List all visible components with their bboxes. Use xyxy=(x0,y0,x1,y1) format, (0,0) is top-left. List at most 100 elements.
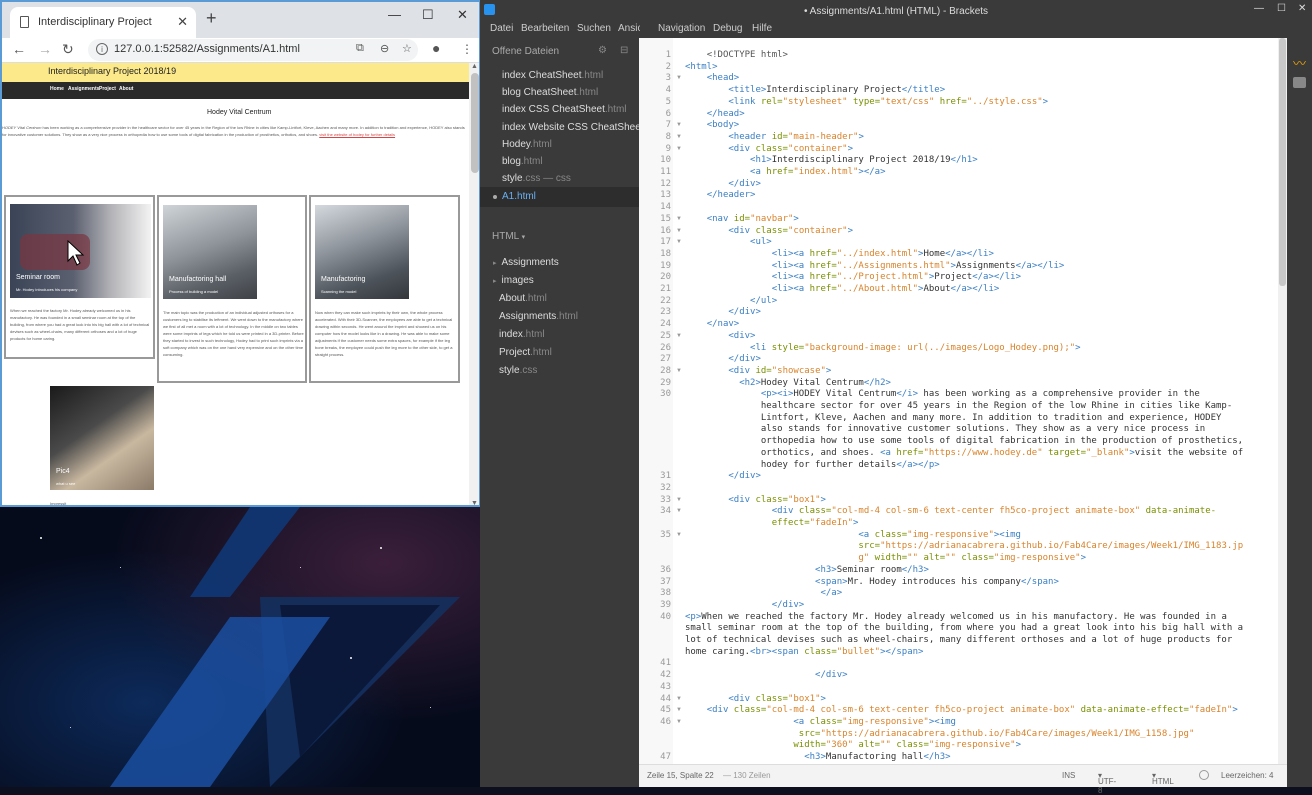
maximize-icon[interactable]: ☐ xyxy=(422,7,434,23)
forward-icon[interactable]: → xyxy=(38,41,52,57)
code-line[interactable]: <div> xyxy=(685,331,755,341)
hodey-website-link[interactable]: visit the website of hodey for further d… xyxy=(319,132,395,137)
code-line[interactable]: <header id="main-header"> xyxy=(685,132,864,142)
project-file-item[interactable]: About.html xyxy=(499,293,547,304)
menu-datei[interactable]: Datei xyxy=(490,23,513,34)
code-line[interactable]: <!DOCTYPE html> xyxy=(685,50,788,60)
fold-arrow-icon[interactable]: ▼ xyxy=(676,368,682,374)
code-line[interactable]: <h3>Seminar room</h3> xyxy=(685,565,929,575)
code-line[interactable]: </div> xyxy=(685,600,805,610)
code-line[interactable]: <li><a href="../Project.html">Project</a… xyxy=(685,272,1021,282)
gear-icon[interactable]: ⚙ xyxy=(598,45,607,56)
code-line[interactable]: </a> xyxy=(685,588,842,598)
language-select[interactable]: HTML ▾ xyxy=(1152,771,1174,786)
code-line[interactable]: </div> xyxy=(685,471,761,481)
code-line[interactable]: <html> xyxy=(685,62,718,72)
live-preview-icon[interactable]: 〰 xyxy=(1293,53,1306,72)
editor-scrollbar[interactable] xyxy=(1278,38,1287,764)
nav-link-assignments[interactable]: Assignments xyxy=(68,86,99,92)
code-line[interactable]: orthotics, and shoes. <a href="https://w… xyxy=(685,448,1243,458)
fold-arrow-icon[interactable]: ▼ xyxy=(676,532,682,538)
code-line[interactable]: <li><a href="../About.html">About</a></l… xyxy=(685,284,1000,294)
split-view-icon[interactable]: ⊟ xyxy=(620,45,628,56)
fold-arrow-icon[interactable]: ▼ xyxy=(676,216,682,222)
menu-debug[interactable]: Debug xyxy=(713,23,742,34)
browser-tab[interactable]: Interdisciplinary Project ✕ xyxy=(10,7,196,38)
card-pic4[interactable]: Pic4 what u see xyxy=(50,386,154,490)
folder-images[interactable]: ▸ images xyxy=(493,275,534,286)
project-file-item[interactable]: style.css xyxy=(499,365,537,376)
nav-link-project[interactable]: Project xyxy=(99,86,116,92)
fold-arrow-icon[interactable]: ▼ xyxy=(676,508,682,514)
open-file-item[interactable]: style.css — css xyxy=(502,173,571,184)
code-line[interactable]: <h3>Manufactoring hall</h3> xyxy=(685,752,950,762)
scrollbar-thumb[interactable] xyxy=(471,73,479,173)
code-line[interactable]: also stands for innovative customer solu… xyxy=(685,424,1205,434)
code-line[interactable]: src="https://adrianacabrera.github.io/Fa… xyxy=(685,729,1195,739)
fold-arrow-icon[interactable]: ▼ xyxy=(676,239,682,245)
code-line[interactable]: </div> xyxy=(685,354,761,364)
new-tab-icon[interactable]: + xyxy=(206,8,217,29)
code-line[interactable]: <ul> xyxy=(685,237,772,247)
code-line[interactable]: </nav> xyxy=(685,319,740,329)
project-dropdown[interactable]: HTML ▾ xyxy=(492,231,525,242)
code-line[interactable]: </ul> xyxy=(685,296,777,306)
nav-link-about[interactable]: About xyxy=(119,86,133,92)
code-line[interactable]: </div> xyxy=(685,307,761,317)
code-line[interactable]: <body> xyxy=(685,120,740,130)
menu-suchen[interactable]: Suchen xyxy=(577,23,611,34)
code-line[interactable]: </header> xyxy=(685,190,756,200)
project-file-item[interactable]: Project.html xyxy=(499,347,552,358)
code-line[interactable]: <p><i>HODEY Vital Centrum</i> has been w… xyxy=(685,389,1200,399)
open-file-item[interactable]: blog CheatSheet.html xyxy=(502,87,598,98)
code-line[interactable]: orthopedia how to use some tools of digi… xyxy=(685,436,1243,446)
code-line[interactable]: <div class="container"> xyxy=(685,226,853,236)
code-line[interactable]: <span>Mr. Hodey introduces his company</… xyxy=(685,577,1059,587)
code-line[interactable]: <a class="img-responsive"><img xyxy=(685,717,956,727)
menu-bearbeiten[interactable]: Bearbeiten xyxy=(521,23,569,34)
fold-arrow-icon[interactable]: ▼ xyxy=(676,497,682,503)
code-line[interactable]: <li style="background-image: url(../imag… xyxy=(685,343,1081,353)
code-editor[interactable]: 1 <!DOCTYPE html> 2 <html> 3 ▼ <head> 4 <titl… xyxy=(639,38,1287,764)
profile-icon[interactable]: ● xyxy=(432,40,440,56)
project-file-item[interactable]: index.html xyxy=(499,329,545,340)
open-file-item[interactable]: index CheatSheet.html xyxy=(502,70,603,81)
fold-arrow-icon[interactable]: ▼ xyxy=(676,696,682,702)
code-line[interactable]: <li><a href="../Assignments.html">Assign… xyxy=(685,261,1065,271)
card-photo[interactable]: Manufactoring Scanning the model xyxy=(315,205,409,299)
fold-arrow-icon[interactable]: ▼ xyxy=(676,75,682,81)
bookmark-star-icon[interactable]: ☆ xyxy=(402,42,412,55)
code-line[interactable]: <div class="col-md-4 col-sm-6 text-cente… xyxy=(685,506,1216,516)
code-line[interactable]: <link rel="stylesheet" type="text/css" h… xyxy=(685,97,1048,107)
folder-assignments[interactable]: ▸ Assignments xyxy=(493,257,559,268)
code-line[interactable]: <title>Interdisciplinary Project</title> xyxy=(685,85,945,95)
code-line[interactable]: Lintfort, Kleve, Aachen and many more. I… xyxy=(685,413,1222,423)
code-line[interactable]: <nav id="navbar"> xyxy=(685,214,799,224)
code-line[interactable]: <a class="img-responsive"><img xyxy=(685,530,1021,540)
code-line[interactable]: <li><a href="../index.html">Home</a></li… xyxy=(685,249,994,259)
fold-arrow-icon[interactable]: ▼ xyxy=(676,146,682,152)
code-line[interactable]: </div> xyxy=(685,670,848,680)
menu-hilfe[interactable]: Hilfe xyxy=(752,23,772,34)
open-file-item[interactable]: index Website CSS CheatSheet xyxy=(502,122,644,133)
insert-mode[interactable]: INS xyxy=(1062,771,1075,780)
scrollbar-thumb[interactable] xyxy=(1279,38,1286,286)
code-line[interactable]: effect="fadeIn"> xyxy=(685,518,859,528)
close-tab-icon[interactable]: ✕ xyxy=(177,14,188,30)
project-file-item[interactable]: Assignments.html xyxy=(499,311,578,322)
code-line[interactable]: small seminar room at the top of the bui… xyxy=(685,623,1243,633)
code-line[interactable]: </div> xyxy=(685,179,761,189)
code-line[interactable]: <div class="box1"> xyxy=(685,694,826,704)
fold-arrow-icon[interactable]: ▼ xyxy=(676,122,682,128)
open-file-item[interactable]: Hodey.html xyxy=(502,139,552,150)
fold-arrow-icon[interactable]: ▼ xyxy=(676,228,682,234)
close-window-icon[interactable]: ✕ xyxy=(1298,3,1306,14)
back-icon[interactable]: ← xyxy=(12,41,26,57)
address-bar[interactable]: i 127.0.0.1:52582/Assignments/A1.html ⧉ … xyxy=(88,39,418,61)
scroll-up-icon[interactable]: ▲ xyxy=(471,63,478,70)
menu-kebab-icon[interactable]: ⋮ xyxy=(461,42,473,56)
code-line[interactable]: healthcare sector for over 45 years in t… xyxy=(685,401,1232,411)
open-file-item-active[interactable]: A1.html xyxy=(502,191,536,202)
fold-arrow-icon[interactable]: ▼ xyxy=(676,134,682,140)
code-line[interactable]: <p>When we reached the factory Mr. Hodey… xyxy=(685,612,1227,622)
